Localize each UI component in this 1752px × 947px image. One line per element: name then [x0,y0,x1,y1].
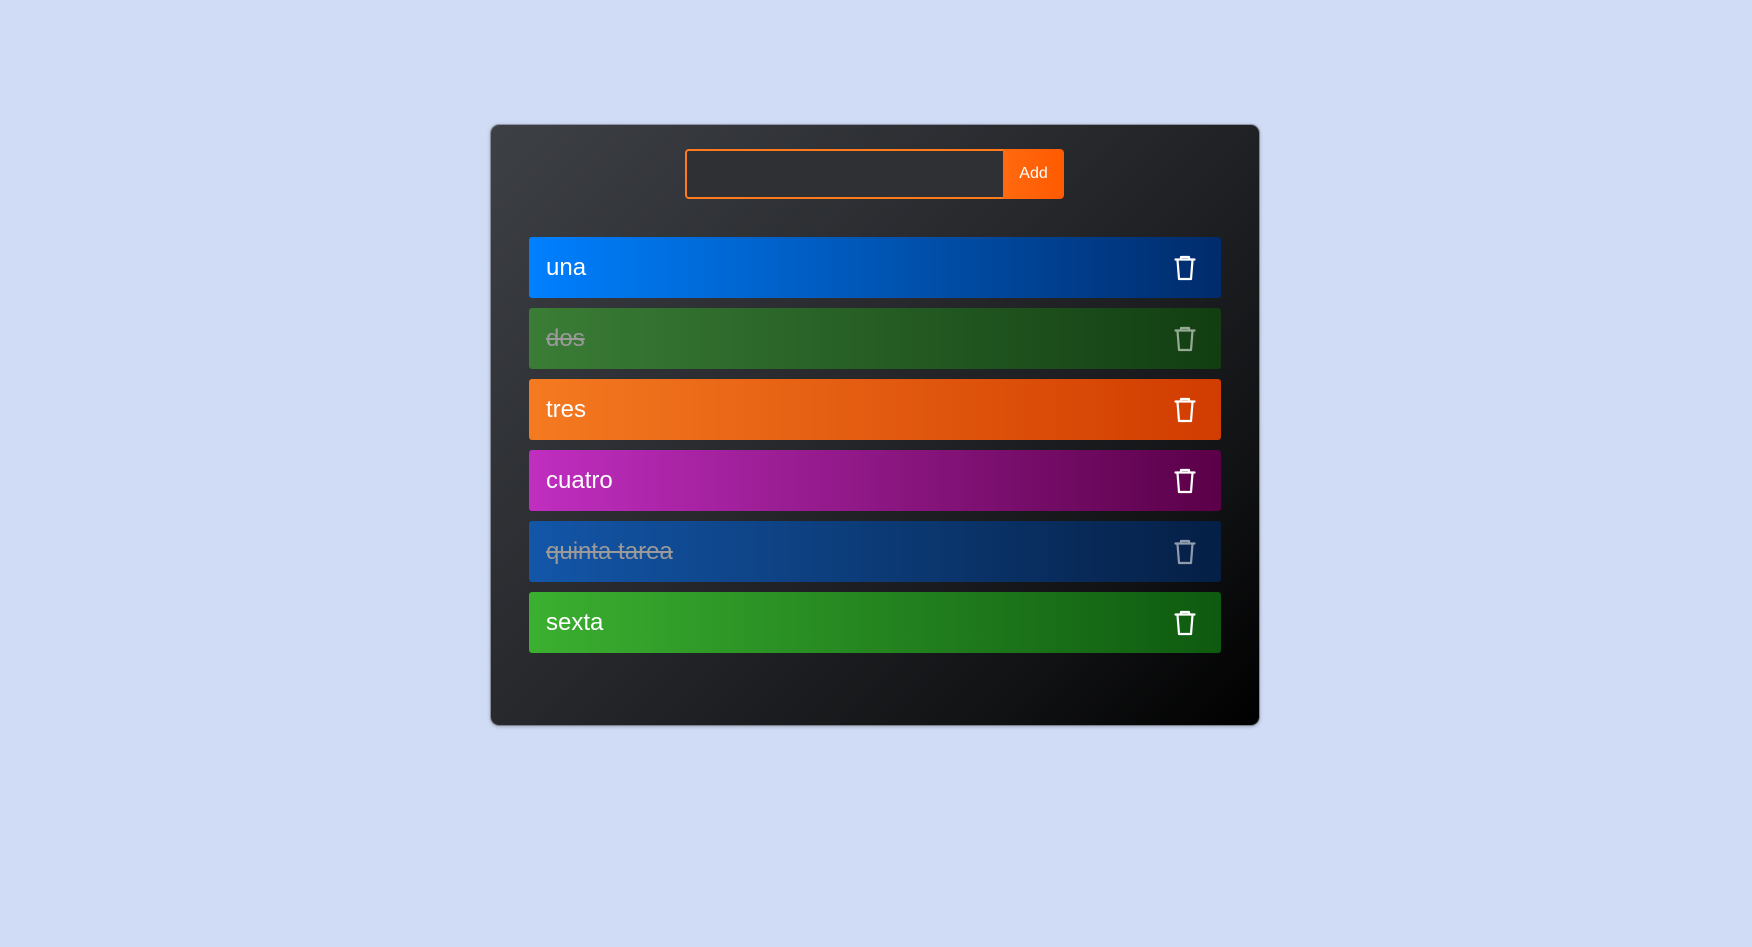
task-list: una dos tres cuatro quinta tarea sexta [529,237,1221,663]
task-item[interactable]: tres [529,379,1221,440]
delete-button[interactable] [1171,536,1199,568]
task-text: quinta tarea [546,537,673,565]
trash-icon [1174,610,1196,635]
task-text: una [546,253,587,281]
trash-icon [1174,539,1196,564]
add-task-form: Add [685,149,1064,199]
task-item[interactable]: cuatro [529,450,1221,511]
delete-button[interactable] [1171,465,1199,497]
delete-button[interactable] [1171,323,1199,355]
trash-icon [1174,255,1196,280]
task-item[interactable]: dos [529,308,1221,369]
task-text: dos [546,324,585,352]
task-item[interactable]: una [529,237,1221,298]
task-input[interactable] [685,149,1003,199]
trash-icon [1174,397,1196,422]
trash-icon [1174,326,1196,351]
delete-button[interactable] [1171,252,1199,284]
delete-button[interactable] [1171,607,1199,639]
trash-icon [1174,468,1196,493]
todo-card: Add una dos tres cuatro quinta tarea sex… [491,125,1259,725]
delete-button[interactable] [1171,394,1199,426]
task-text: cuatro [546,466,613,494]
task-item[interactable]: sexta [529,592,1221,653]
task-text: sexta [546,608,604,636]
task-item[interactable]: quinta tarea [529,521,1221,582]
task-text: tres [546,395,587,423]
add-button[interactable]: Add [1003,149,1064,199]
